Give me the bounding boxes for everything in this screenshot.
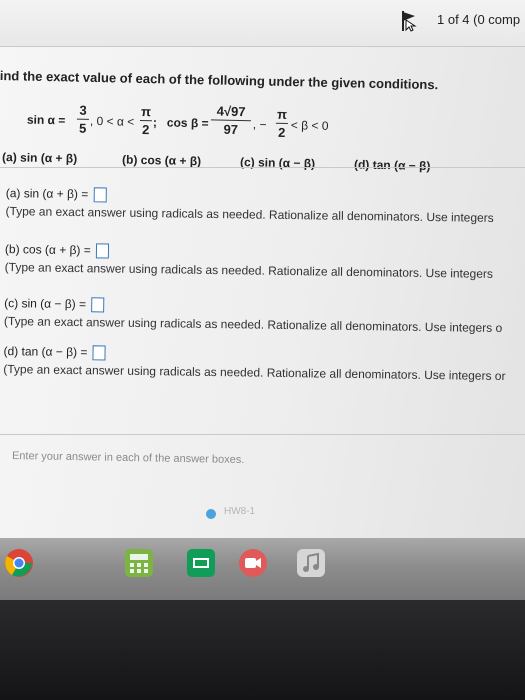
cos-beta-denominator: 97: [223, 121, 239, 137]
part-a-label: (a) sin (α + β): [1, 150, 78, 166]
divider: [0, 167, 525, 168]
monitor-bezel: [0, 600, 525, 700]
status-dot-icon: [206, 509, 216, 519]
sin-alpha-lhs: sin α =: [26, 112, 66, 128]
answer-section: (a) sin (α + β) = (Type an exact answer …: [0, 176, 525, 383]
homework-status-text: HW8-1: [224, 506, 256, 517]
sin-alpha-range: , 0 < α <: [89, 113, 135, 129]
cos-beta-numerator: 4√97: [216, 103, 246, 120]
sin-alpha-fraction: 3 5: [76, 102, 90, 136]
answer-row-c: (c) sin (α − β) =: [4, 296, 105, 313]
cos-beta-lhs: cos β =: [166, 115, 209, 131]
alpha-range-denominator: 2: [141, 121, 150, 138]
answer-a-label: (a) sin (α + β) =: [5, 186, 89, 202]
instruction-text: ind the exact value of each of the follo…: [0, 68, 439, 93]
video-call-icon[interactable]: [238, 548, 268, 578]
cos-beta-range: , −: [252, 117, 267, 132]
answer-row-a: (a) sin (α + β) =: [6, 186, 107, 203]
music-icon[interactable]: [296, 548, 326, 578]
beta-range-fraction: π 2: [275, 106, 289, 140]
answer-d-hint: (Type an exact answer using radicals as …: [3, 362, 506, 384]
part-c-label: (c) sin (α − β): [239, 155, 316, 171]
sin-alpha-end: ;: [152, 115, 158, 130]
beta-range-denominator: 2: [277, 124, 286, 140]
part-b-label: (b) cos (α + β): [121, 152, 202, 169]
answer-b-label: (b) cos (α + β) =: [4, 242, 91, 258]
divider-bottom: [0, 434, 525, 435]
screen: 1 of 4 (0 comp ind the exact value of ea…: [0, 0, 525, 600]
cursor-flag-icon: [402, 11, 417, 32]
answer-a-hint: (Type an exact answer using radicals as …: [5, 204, 494, 225]
answer-c-hint: (Type an exact answer using radicals as …: [3, 314, 503, 336]
cos-beta-fraction: 4√97 97: [210, 103, 252, 137]
beta-range-numerator: π: [276, 106, 288, 123]
chrome-icon[interactable]: [4, 548, 34, 578]
answer-d-input[interactable]: [92, 345, 106, 361]
answer-b-input[interactable]: [96, 243, 110, 259]
answer-row-d: (d) tan (α − β) =: [3, 344, 106, 361]
calculator-icon[interactable]: [124, 548, 154, 578]
alpha-range-fraction: π 2: [139, 103, 153, 138]
presentation-icon[interactable]: [186, 548, 216, 578]
answer-c-input[interactable]: [91, 297, 105, 313]
top-bar: 1 of 4 (0 comp: [0, 0, 525, 47]
answer-row-b: (b) cos (α + β) =: [4, 242, 110, 259]
question-pager: 1 of 4 (0 comp: [437, 12, 521, 27]
answer-c-label: (c) sin (α − β) =: [4, 296, 87, 312]
answer-d-label: (d) tan (α − β) =: [3, 344, 88, 360]
cos-beta-end: < β < 0: [290, 118, 329, 133]
sin-alpha-numerator: 3: [79, 102, 87, 118]
part-d-label: (d) tan (α − β): [353, 157, 431, 174]
answer-b-hint: (Type an exact answer using radicals as …: [4, 260, 494, 281]
answer-a-input[interactable]: [93, 187, 107, 203]
sin-alpha-denominator: 5: [78, 120, 87, 136]
taskbar: [0, 538, 525, 600]
alpha-range-numerator: π: [140, 103, 152, 120]
question-prompt: ind the exact value of each of the follo…: [0, 68, 520, 173]
enter-answer-hint: Enter your answer in each of the answer …: [11, 449, 245, 467]
